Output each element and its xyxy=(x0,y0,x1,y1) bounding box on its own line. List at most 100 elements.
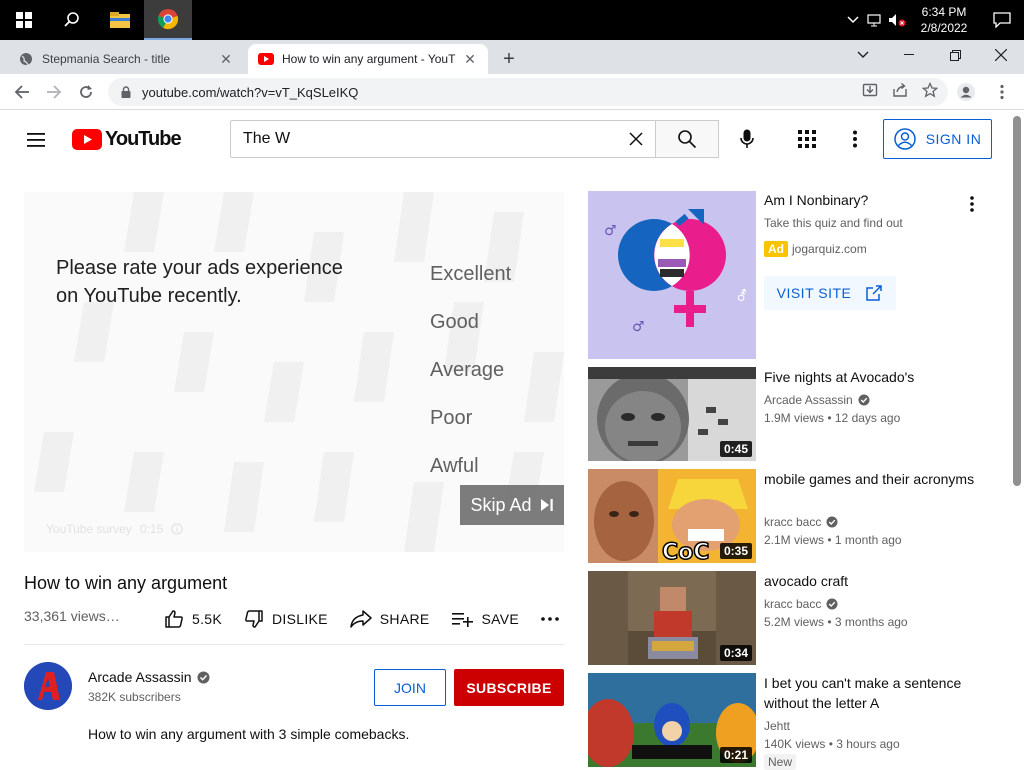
survey-option-awful[interactable]: Awful xyxy=(430,455,479,478)
back-arrow-icon[interactable] xyxy=(6,76,38,108)
profile-avatar-icon[interactable] xyxy=(950,76,982,108)
bookmark-star-icon[interactable] xyxy=(921,81,939,103)
browser-tab-youtube[interactable]: How to win any argument - YouT ✕ xyxy=(248,44,488,74)
video-channel[interactable]: Jehtt xyxy=(764,717,790,735)
skip-ad-label: Skip Ad xyxy=(470,494,532,515)
close-tab-icon[interactable]: ✕ xyxy=(462,51,478,67)
share-icon[interactable] xyxy=(892,82,908,103)
video-title[interactable]: mobile games and their acronyms xyxy=(764,469,992,489)
verified-badge-icon xyxy=(826,516,838,528)
sidebar-ad-title[interactable]: Am I Nonbinary? xyxy=(764,192,868,208)
youtube-play-logo-icon xyxy=(72,128,102,150)
video-thumbnail[interactable]: 0:45 xyxy=(588,367,756,461)
menu-icon[interactable] xyxy=(24,128,48,152)
info-icon[interactable] xyxy=(171,523,183,535)
tab-search-icon[interactable] xyxy=(840,40,886,70)
logo-text: YouTube xyxy=(105,127,182,150)
ad-more-icon[interactable] xyxy=(960,192,984,216)
video-duration: 0:21 xyxy=(719,747,752,763)
close-window-icon[interactable] xyxy=(978,40,1024,70)
visit-site-button[interactable]: VISIT SITE xyxy=(764,276,896,310)
address-bar[interactable]: youtube.com/watch?v=vT_KqSLeIKQ xyxy=(108,78,948,106)
channel-name-text: Jehtt xyxy=(764,719,791,733)
apps-grid-icon[interactable] xyxy=(794,126,820,152)
verified-badge-icon xyxy=(858,394,870,406)
video-thumbnail[interactable]: 0:34 xyxy=(588,571,756,665)
survey-option-excellent[interactable]: Excellent xyxy=(430,263,511,286)
recommended-video[interactable]: 0:34 avocado craft kracc bacc 5.2M views… xyxy=(588,571,998,665)
channel-name[interactable]: Arcade Assassin xyxy=(88,669,210,685)
join-button[interactable]: JOIN xyxy=(374,669,446,706)
close-tab-icon[interactable]: ✕ xyxy=(218,51,234,67)
recommended-video[interactable]: CoC 0:35 mobile games and their acronyms… xyxy=(588,469,998,563)
chevron-up-icon[interactable] xyxy=(842,0,864,40)
lock-icon[interactable] xyxy=(118,84,134,100)
windows-start-icon[interactable] xyxy=(0,0,48,40)
chrome-menu-icon[interactable] xyxy=(986,76,1018,108)
search-input-value: The W xyxy=(243,130,291,147)
more-actions-icon[interactable] xyxy=(541,617,567,621)
video-title[interactable]: Five nights at Avocado's xyxy=(764,367,992,387)
video-actions: 5.5K DISLIKE SHARE SAVE xyxy=(164,606,589,632)
install-app-icon[interactable] xyxy=(862,82,878,103)
recommended-video[interactable]: 0:45 Five nights at Avocado's Arcade Ass… xyxy=(588,367,998,461)
video-thumbnail[interactable]: 0:21 xyxy=(588,673,756,767)
clear-search-icon[interactable] xyxy=(626,129,646,149)
survey-question: Please rate your ads experience on YouTu… xyxy=(56,257,343,307)
sidebar-ad-thumbnail[interactable]: ♂ ♂ ⚦ xyxy=(588,191,756,359)
save-button[interactable]: SAVE xyxy=(451,611,520,627)
video-duration: 0:35 xyxy=(719,543,752,559)
sidebar-ad-subtitle: Take this quiz and find out xyxy=(764,216,903,230)
microphone-icon[interactable] xyxy=(734,126,760,152)
file-explorer-icon[interactable] xyxy=(96,0,144,40)
svg-text:♂: ♂ xyxy=(632,319,645,335)
subscribe-button[interactable]: SUBSCRIBE xyxy=(454,669,564,706)
video-player[interactable]: Please rate your ads experience on YouTu… xyxy=(24,192,564,552)
reload-icon[interactable] xyxy=(70,76,102,108)
share-button[interactable]: SHARE xyxy=(350,610,430,628)
verified-badge-icon xyxy=(197,671,209,683)
playlist-add-icon xyxy=(451,613,473,627)
youtube-logo[interactable]: YouTube xyxy=(72,127,182,150)
search-icon[interactable] xyxy=(48,0,96,40)
restore-icon[interactable] xyxy=(932,40,978,70)
video-title[interactable]: avocado craft xyxy=(764,571,992,591)
share-label: SHARE xyxy=(379,611,430,627)
sign-in-button[interactable]: SIGN IN xyxy=(883,119,992,159)
survey-option-poor[interactable]: Poor xyxy=(430,407,472,430)
search-button[interactable] xyxy=(655,120,719,158)
settings-more-icon[interactable] xyxy=(842,126,868,152)
volume-muted-icon[interactable] xyxy=(886,0,908,40)
video-channel[interactable]: Arcade Assassin xyxy=(764,391,870,409)
browser-tab-stepmania[interactable]: Stepmania Search - title ✕ xyxy=(8,44,244,74)
minimize-icon[interactable] xyxy=(886,40,932,70)
dislike-button[interactable]: DISLIKE xyxy=(244,609,328,629)
view-count[interactable]: 33,361 views… xyxy=(24,608,120,624)
new-tab-button[interactable]: + xyxy=(498,48,520,70)
video-thumbnail[interactable]: CoC 0:35 xyxy=(588,469,756,563)
survey-option-average[interactable]: Average xyxy=(430,359,504,382)
network-icon[interactable] xyxy=(864,0,886,40)
thumbs-up-icon xyxy=(165,610,183,628)
gender-symbols-icon: ♂ ♂ ⚦ xyxy=(588,191,756,359)
channel-name-text: Arcade Assassin xyxy=(764,393,853,407)
svg-text:♂: ♂ xyxy=(604,223,617,239)
scrollbar-thumb[interactable] xyxy=(1013,116,1021,486)
notifications-icon[interactable] xyxy=(980,0,1024,40)
taskbar-clock[interactable]: 6:34 PM 2/8/2022 xyxy=(908,4,980,36)
survey-meta: 0:15 xyxy=(140,522,183,536)
tab-title: How to win any argument - YouT xyxy=(282,52,456,66)
video-channel[interactable]: kracc bacc xyxy=(764,595,838,613)
recommended-video[interactable]: 0:21 I bet you can't make a sentence wit… xyxy=(588,673,998,770)
video-channel[interactable]: kracc bacc xyxy=(764,513,838,531)
chrome-taskbar-icon[interactable] xyxy=(144,0,192,40)
video-title[interactable]: I bet you can't make a sentence without … xyxy=(764,673,992,713)
survey-option-good[interactable]: Good xyxy=(430,311,479,334)
ad-domain: jogarquiz.com xyxy=(792,242,867,256)
skip-ad-button[interactable]: Skip Ad xyxy=(460,485,564,525)
like-button[interactable]: 5.5K xyxy=(164,609,222,629)
forward-arrow-icon[interactable] xyxy=(38,76,70,108)
search-input[interactable]: The W xyxy=(230,120,656,158)
account-circle-icon xyxy=(893,128,916,150)
channel-avatar[interactable] xyxy=(24,662,72,710)
